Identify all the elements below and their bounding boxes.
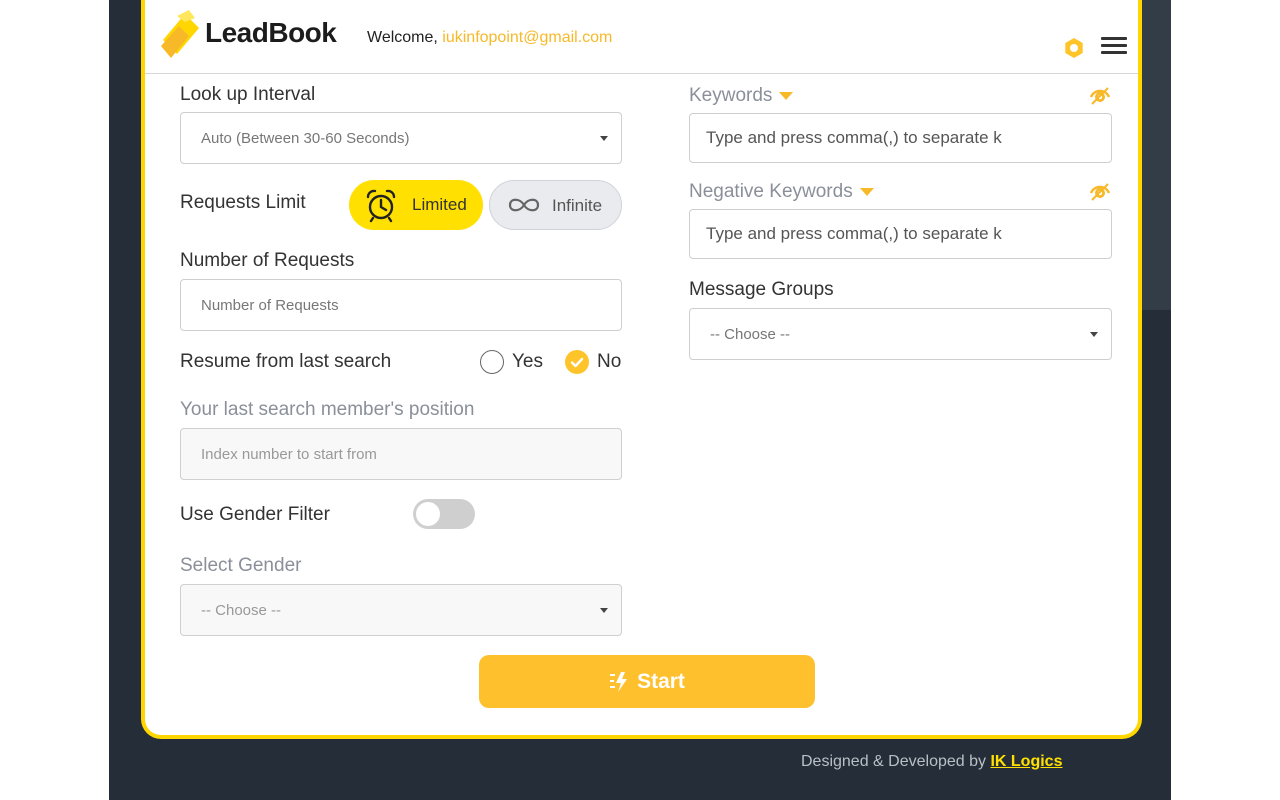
gender-filter-label: Use Gender Filter [180, 504, 330, 525]
user-email: iukinfopoint@gmail.com [442, 29, 613, 46]
keywords-input[interactable]: Type and press comma(,) to separate k [689, 113, 1112, 163]
select-gender-select[interactable]: -- Choose -- [180, 584, 622, 636]
requests-limit-label: Requests Limit [180, 192, 306, 213]
gender-filter-toggle[interactable] [413, 499, 475, 529]
last-position-placeholder: Index number to start from [201, 445, 377, 463]
check-icon [570, 357, 584, 368]
welcome-text: Welcome, iukinfopoint@gmail.com [367, 29, 612, 47]
logo-text: LeadBook [205, 17, 337, 48]
limited-button[interactable]: Limited [349, 180, 483, 230]
negative-keywords-label: Negative Keywords [689, 181, 874, 203]
hide-icon[interactable] [1089, 180, 1111, 202]
resume-yes-radio[interactable] [480, 350, 504, 374]
resume-no-radio[interactable] [565, 350, 589, 374]
footer-prefix: Designed & Developed by [801, 753, 991, 770]
caret-down-icon [600, 136, 608, 141]
message-groups-select[interactable]: -- Choose -- [689, 308, 1112, 360]
alarm-clock-icon [366, 189, 396, 223]
caret-down-icon[interactable] [779, 91, 794, 100]
lookup-interval-select[interactable]: Auto (Between 30-60 Seconds) [180, 112, 622, 164]
negative-keywords-input[interactable]: Type and press comma(,) to separate k [689, 209, 1112, 259]
last-position-input[interactable]: Index number to start from [180, 428, 622, 480]
settings-icon[interactable] [1063, 37, 1085, 59]
number-of-requests-input[interactable]: Number of Requests [180, 279, 622, 331]
lookup-interval-value: Auto (Between 30-60 Seconds) [201, 129, 410, 147]
negative-keywords-label-text: Negative Keywords [689, 181, 853, 202]
infinite-label: Infinite [552, 196, 603, 215]
footer-credit: Designed & Developed by IK Logics [801, 753, 1062, 771]
number-of-requests-label: Number of Requests [180, 250, 355, 271]
start-button[interactable]: Start [479, 655, 815, 708]
number-of-requests-placeholder: Number of Requests [201, 296, 339, 314]
footer-brand-link[interactable]: IK Logics [990, 753, 1062, 770]
start-icon [610, 671, 628, 692]
keywords-label: Keywords [689, 85, 794, 107]
infinity-icon [508, 198, 540, 212]
last-position-label: Your last search member's position [180, 399, 475, 420]
start-label: Start [637, 669, 685, 693]
resume-no-label[interactable]: No [597, 351, 621, 373]
hide-icon[interactable] [1089, 84, 1111, 106]
logo-icon [161, 10, 199, 58]
select-gender-label: Select Gender [180, 555, 302, 576]
caret-down-icon [600, 608, 608, 613]
keywords-placeholder: Type and press comma(,) to separate k [706, 128, 1002, 147]
toggle-knob [416, 502, 440, 526]
limited-label: Limited [412, 195, 467, 214]
caret-down-icon[interactable] [859, 187, 874, 196]
lookup-interval-label: Look up Interval [180, 84, 316, 105]
message-groups-label: Message Groups [689, 279, 834, 300]
infinite-button[interactable]: Infinite [489, 180, 622, 230]
resume-label: Resume from last search [180, 351, 392, 372]
select-gender-value: -- Choose -- [201, 601, 282, 619]
menu-icon[interactable] [1101, 37, 1127, 57]
keywords-label-text: Keywords [689, 85, 773, 106]
app-header: LeadBook Welcome, iukinfopoint@gmail.com [145, 0, 1138, 74]
negative-keywords-placeholder: Type and press comma(,) to separate k [706, 224, 1002, 243]
welcome-prefix: Welcome, [367, 29, 443, 46]
caret-down-icon [1090, 332, 1098, 337]
background-strip [1141, 0, 1171, 310]
message-groups-value: -- Choose -- [710, 325, 791, 343]
resume-yes-label[interactable]: Yes [512, 351, 543, 373]
